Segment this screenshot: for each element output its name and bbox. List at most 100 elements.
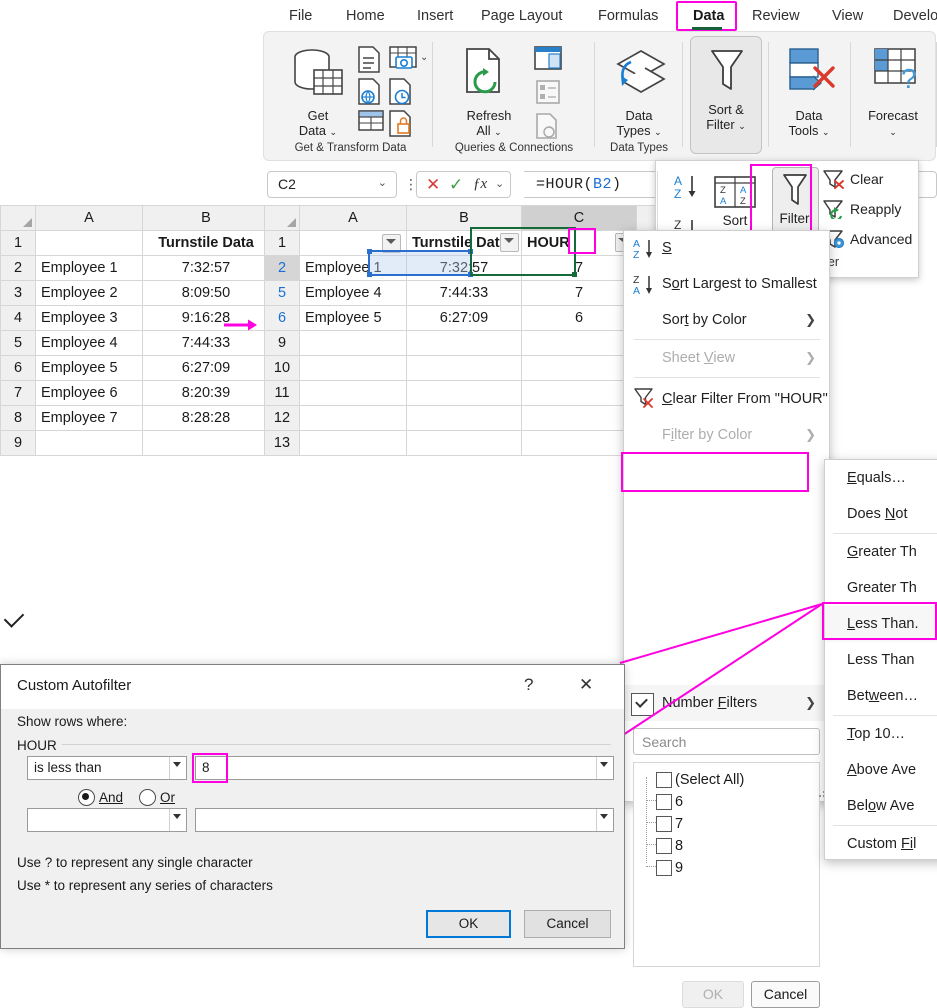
radio-or-label[interactable]: Or (160, 790, 175, 805)
table-row[interactable]: 12 (265, 406, 684, 431)
refresh-all-button[interactable]: Refresh All ⌄ (453, 108, 525, 140)
tab-insert[interactable]: Insert (410, 4, 460, 28)
queries-small-icons[interactable] (531, 44, 571, 140)
row-header[interactable]: 2 (1, 256, 36, 281)
cell-a13[interactable] (300, 431, 407, 456)
cell-b9[interactable] (143, 431, 270, 456)
submenu-item-top-10[interactable]: Top 10… (825, 716, 937, 752)
cell-a8[interactable]: Employee 7 (36, 406, 143, 431)
cell-a11[interactable] (300, 381, 407, 406)
checkbox-icon[interactable] (656, 816, 672, 832)
checkbox-icon[interactable] (656, 838, 672, 854)
submenu-item-above-average[interactable]: Above Ave (825, 752, 937, 788)
help-icon[interactable]: ? (524, 675, 533, 695)
select-all-corner[interactable] (1, 206, 36, 231)
name-box[interactable]: C2 ⌄ (267, 171, 397, 198)
cell-a6[interactable]: Employee 5 (36, 356, 143, 381)
submenu-item-does-not-equal[interactable]: Does Not (825, 496, 937, 532)
table-row[interactable]: 5Employee 47:44:33 (1, 331, 270, 356)
cell-c13[interactable] (522, 431, 637, 456)
cell-b8[interactable]: 8:28:28 (143, 406, 270, 431)
cell-c5[interactable]: 7 (522, 281, 637, 306)
row-header[interactable]: 9 (265, 331, 300, 356)
cancel-icon[interactable]: ✕ (426, 175, 440, 195)
row-header[interactable]: 10 (265, 356, 300, 381)
row-header[interactable]: 7 (1, 381, 36, 406)
submenu-item-below-average[interactable]: Below Ave (825, 788, 937, 824)
chevron-down-icon[interactable]: ⌄ (822, 127, 830, 137)
checkbox-icon[interactable] (656, 794, 672, 810)
dialog-ok-button[interactable]: OK (426, 910, 511, 938)
row-header[interactable]: 4 (1, 306, 36, 331)
table-row[interactable]: 2Employee 17:32:57 (1, 256, 270, 281)
checkbox-icon[interactable] (656, 860, 672, 876)
cell-b6[interactable]: 6:27:09 (143, 356, 270, 381)
tab-view[interactable]: View (825, 4, 870, 28)
data-tools-button[interactable]: Data Tools ⌄ (769, 108, 849, 140)
menu-item-sort-by-color[interactable]: Sort by Color ❯ (624, 303, 829, 337)
cell-c11[interactable] (522, 381, 637, 406)
enter-icon[interactable]: ✓ (449, 175, 463, 195)
row-header[interactable]: 5 (265, 281, 300, 306)
filter-cancel-button[interactable]: Cancel (751, 981, 820, 1008)
close-icon[interactable]: ✕ (579, 675, 593, 695)
value-1-input[interactable]: 8 (195, 756, 614, 780)
table-row[interactable]: 5Employee 47:44:337 (265, 281, 684, 306)
row-header[interactable]: 3 (1, 281, 36, 306)
get-transform-small-icons[interactable]: ⌄ (356, 44, 426, 140)
submenu-item-greater-than[interactable]: Greater Th (825, 534, 937, 570)
cell-b3[interactable]: 8:09:50 (143, 281, 270, 306)
table-row[interactable]: 3Employee 28:09:50 (1, 281, 270, 306)
menu-item-clear-filter-from-hour[interactable]: Clear Filter From "HOUR" (624, 382, 829, 416)
cell-b12[interactable] (407, 406, 522, 431)
filter-value-checklist[interactable]: (Select All) 6 7 8 9 (633, 762, 820, 967)
row-header[interactable]: 6 (265, 306, 300, 331)
table-row[interactable]: 1Turnstile Data (1, 231, 270, 256)
cell-c12[interactable] (522, 406, 637, 431)
cell-b11[interactable] (407, 381, 522, 406)
cell-b5[interactable]: 7:44:33 (143, 331, 270, 356)
chevron-down-icon[interactable]: ⌄ (330, 127, 338, 137)
chevron-down-icon[interactable]: ⌄ (378, 176, 387, 189)
table-row[interactable]: 9 (1, 431, 270, 456)
column-header-a[interactable]: A (36, 206, 143, 231)
table-row[interactable]: 9 (265, 331, 684, 356)
submenu-item-between[interactable]: Between… (825, 678, 937, 714)
chevron-down-icon[interactable]: ⌄ (889, 127, 897, 137)
menu-item-sort-smallest-to-largest[interactable]: S (624, 231, 829, 265)
select-all-corner[interactable] (265, 206, 300, 231)
cell-a7[interactable]: Employee 6 (36, 381, 143, 406)
chevron-down-icon[interactable]: ⌄ (738, 121, 746, 131)
cell-b7[interactable]: 8:20:39 (143, 381, 270, 406)
row-header[interactable]: 11 (265, 381, 300, 406)
cell-a4[interactable]: Employee 3 (36, 306, 143, 331)
get-data-button[interactable]: Get Data ⌄ (278, 108, 358, 140)
value-2-input[interactable] (195, 808, 614, 832)
submenu-item-equals[interactable]: Equals… (825, 460, 937, 496)
tab-developer[interactable]: Develo (886, 4, 937, 28)
cell-b9[interactable] (407, 331, 522, 356)
chevron-down-icon[interactable]: ⌄ (495, 177, 504, 190)
filter-clear-label[interactable]: Clear (850, 171, 883, 187)
radio-or[interactable] (139, 789, 156, 806)
cell-a12[interactable] (300, 406, 407, 431)
table-row[interactable]: 10 (265, 356, 684, 381)
tab-file[interactable]: File (282, 4, 319, 28)
cell-b5[interactable]: 7:44:33 (407, 281, 522, 306)
forecast-button[interactable]: Forecast ⌄ (851, 108, 935, 140)
submenu-item-less-than-or-equal[interactable]: Less Than (825, 642, 937, 678)
sort-filter-label[interactable]: Sort & Filter ⌄ (688, 102, 764, 134)
submenu-item-custom-filter[interactable]: Custom Fil (825, 826, 937, 862)
tab-page-layout[interactable]: Page Layout (474, 4, 569, 28)
column-header-b[interactable]: B (143, 206, 270, 231)
row-header[interactable]: 2 (265, 256, 300, 281)
row-header[interactable]: 9 (1, 431, 36, 456)
cell-c9[interactable] (522, 331, 637, 356)
cell-c10[interactable] (522, 356, 637, 381)
row-header[interactable]: 12 (265, 406, 300, 431)
table-row[interactable]: 8Employee 78:28:28 (1, 406, 270, 431)
chevron-down-icon[interactable]: ⌄ (654, 127, 662, 137)
row-header[interactable]: 1 (1, 231, 36, 256)
table-row[interactable]: 11 (265, 381, 684, 406)
tab-formulas[interactable]: Formulas (591, 4, 665, 28)
